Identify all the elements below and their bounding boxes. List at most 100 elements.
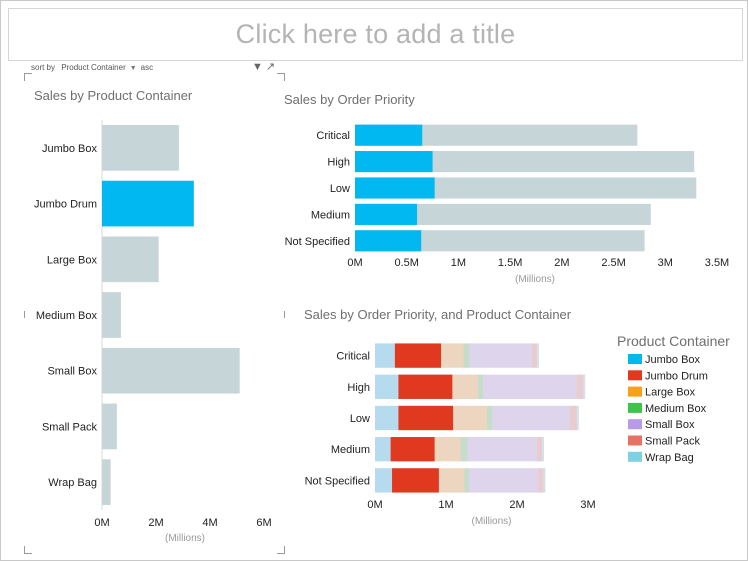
stacked-segment[interactable]	[464, 468, 469, 493]
legend-swatch	[628, 419, 642, 430]
category-label: Critical	[316, 130, 350, 142]
legend-swatch	[628, 386, 642, 397]
category-label: Medium Box	[36, 310, 98, 322]
legend-swatch	[628, 402, 642, 413]
x-tick-label: 0M	[347, 257, 362, 269]
x-tick-label: 1M	[438, 499, 453, 511]
category-label: Critical	[336, 351, 370, 363]
bar[interactable]	[102, 236, 159, 283]
category-label: Not Specified	[305, 475, 370, 487]
x-tick-label: 0M	[367, 499, 382, 511]
stacked-segment[interactable]	[583, 374, 586, 399]
chart-title: Sales by Order Priority	[284, 92, 415, 107]
stacked-segment[interactable]	[375, 405, 399, 431]
bar[interactable]	[102, 125, 179, 171]
category-label: Low	[350, 413, 370, 425]
legend-swatch	[628, 354, 642, 364]
charts-canvas: Sales by Product Container Jumbo Box Jumbo…	[34, 88, 730, 544]
bar[interactable]	[102, 347, 240, 394]
stacked-segment[interactable]	[375, 468, 393, 493]
x-tick-label: 4M	[202, 517, 217, 529]
category-label: Large Box	[47, 254, 98, 266]
category-label: Wrap Bag	[48, 477, 97, 489]
stacked-segment[interactable]	[482, 374, 577, 399]
category-label: Jumbo Box	[42, 143, 98, 155]
stacked-segment[interactable]	[392, 468, 439, 493]
x-tick-label: 6M	[256, 517, 271, 529]
axis-unit: (Millions)	[472, 516, 512, 527]
category-label: Not Specified	[285, 236, 350, 248]
stacked-segment[interactable]	[576, 374, 584, 399]
x-tick-label: 1.5M	[498, 257, 522, 269]
stacked-segment[interactable]	[460, 437, 468, 462]
bar[interactable]	[102, 459, 111, 505]
stacked-segment[interactable]	[375, 374, 399, 399]
stacked-segment[interactable]	[375, 437, 391, 462]
category-label: Jumbo Drum	[34, 199, 97, 211]
stacked-segment[interactable]	[453, 405, 488, 431]
x-tick-label: 3.5M	[705, 257, 729, 269]
bar-highlight[interactable]	[355, 151, 433, 173]
legend-item: Wrap Bag	[645, 452, 694, 464]
x-tick-label: 1M	[451, 257, 466, 269]
axis-unit: (Millions)	[165, 533, 205, 544]
stacked-segment[interactable]	[441, 343, 464, 368]
x-tick-label: 3M	[658, 257, 673, 269]
stacked-segment[interactable]	[536, 343, 540, 368]
x-tick-label: 2M	[554, 257, 569, 269]
legend-title: Product Container	[617, 333, 730, 349]
stacked-segment[interactable]	[434, 437, 461, 462]
stacked-segment[interactable]	[438, 468, 465, 493]
stacked-segment[interactable]	[398, 374, 453, 399]
stacked-segment[interactable]	[463, 343, 470, 368]
stacked-segment[interactable]	[576, 405, 579, 431]
x-tick-label: 0M	[94, 517, 109, 529]
bar[interactable]	[102, 180, 194, 227]
bar-highlight[interactable]	[355, 230, 422, 252]
category-label: High	[327, 157, 350, 169]
legend-item: Jumbo Box	[645, 354, 701, 366]
bar-highlight[interactable]	[355, 203, 418, 225]
category-label: Medium	[311, 209, 350, 221]
stacked-segment[interactable]	[543, 468, 546, 493]
legend-item: Jumbo Drum	[645, 370, 708, 382]
stacked-segment[interactable]	[569, 405, 577, 431]
stacked-segment[interactable]	[467, 437, 537, 462]
x-tick-label: 2M	[148, 517, 163, 529]
stacked-segment[interactable]	[468, 468, 539, 493]
bar[interactable]	[102, 403, 117, 450]
stacked-segment[interactable]	[538, 468, 544, 493]
bar-highlight[interactable]	[355, 177, 435, 199]
stacked-segment[interactable]	[375, 343, 395, 368]
legend-item: Small Box	[645, 419, 695, 431]
category-label: High	[347, 382, 370, 394]
stacked-segment[interactable]	[487, 405, 493, 431]
bar[interactable]	[102, 292, 121, 338]
category-label: Small Box	[47, 366, 97, 378]
bar-highlight[interactable]	[355, 124, 423, 146]
axis-unit: (Millions)	[515, 274, 555, 285]
stacked-segment[interactable]	[492, 405, 570, 431]
chart-title: Sales by Product Container	[34, 88, 193, 103]
stacked-segment[interactable]	[469, 343, 532, 368]
stacked-segment[interactable]	[531, 343, 537, 368]
x-tick-label: 3M	[580, 499, 595, 511]
category-label: Low	[330, 183, 350, 195]
x-tick-label: 2M	[509, 499, 524, 511]
chart-title: Sales by Order Priority, and Product Con…	[304, 307, 572, 322]
stacked-segment[interactable]	[390, 437, 435, 462]
stacked-segment[interactable]	[536, 437, 542, 462]
category-label: Medium	[331, 444, 370, 456]
legend-swatch	[628, 370, 642, 381]
legend-item: Large Box	[645, 387, 696, 399]
stacked-segment[interactable]	[452, 374, 478, 399]
stacked-segment[interactable]	[398, 405, 454, 431]
legend-item: Small Pack	[645, 436, 701, 448]
stacked-segment[interactable]	[394, 343, 442, 368]
stacked-segment[interactable]	[541, 437, 544, 462]
x-tick-label: 2.5M	[601, 257, 625, 269]
legend-swatch	[628, 451, 642, 462]
legend-item: Medium Box	[645, 403, 707, 415]
x-tick-label: 0.5M	[394, 257, 418, 269]
stacked-segment[interactable]	[477, 374, 483, 399]
